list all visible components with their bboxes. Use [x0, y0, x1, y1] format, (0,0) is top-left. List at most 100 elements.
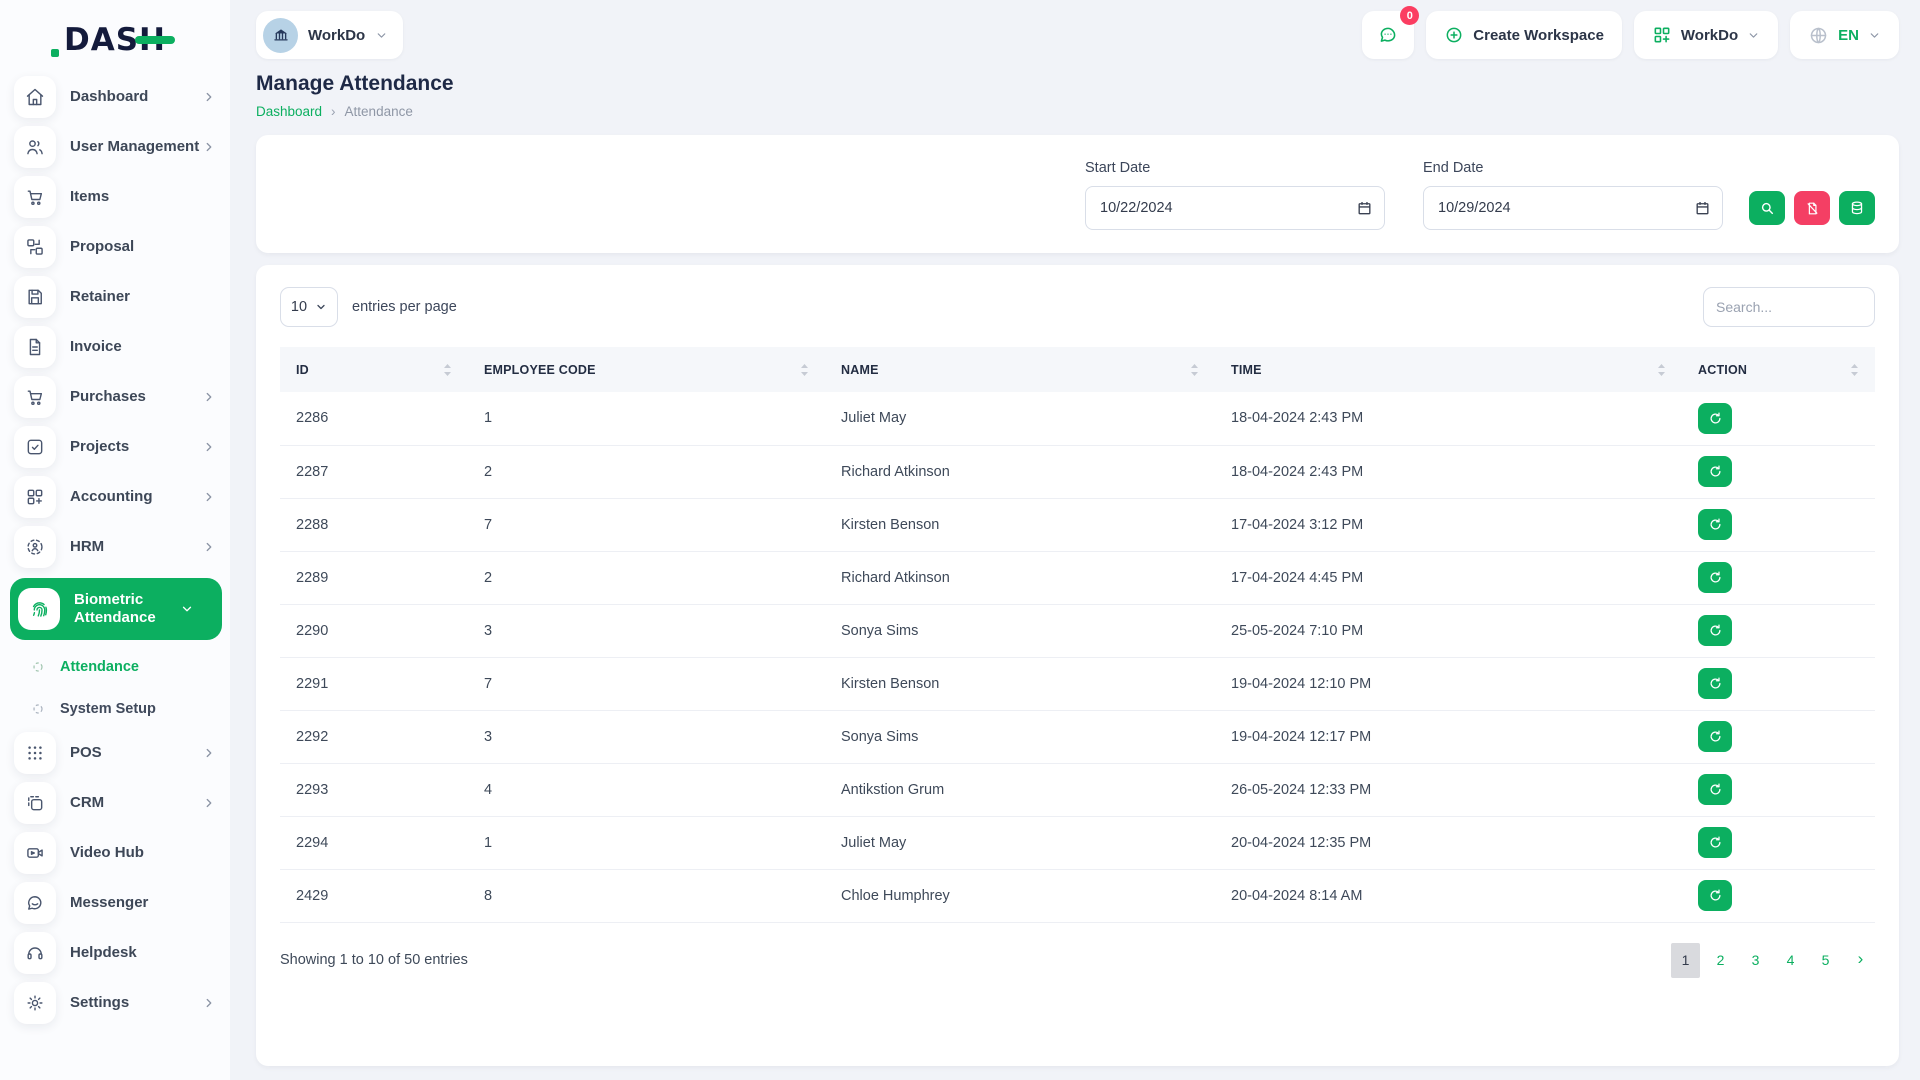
column-header-employee-code[interactable]: EMPLOYEE CODE — [468, 347, 825, 392]
table-row: 22903Sonya Sims25-05-2024 7:10 PM — [280, 604, 1875, 657]
fingerprint-icon — [18, 588, 60, 630]
globe-icon — [1808, 25, 1829, 46]
end-date-input[interactable] — [1423, 186, 1723, 230]
sidebar-item-proposal[interactable]: Proposal — [14, 224, 216, 270]
table-row: 22941Juliet May20-04-2024 12:35 PM — [280, 816, 1875, 869]
headphones-icon — [14, 932, 56, 974]
sidebar-item-crm[interactable]: CRM — [14, 780, 216, 826]
check-square-icon — [14, 426, 56, 468]
brand-logo[interactable]: DASH — [14, 12, 216, 68]
calendar-icon[interactable] — [1356, 200, 1373, 217]
clear-filter-button[interactable] — [1794, 191, 1830, 225]
workspace-switcher[interactable]: WorkDo — [256, 11, 403, 59]
chevron-right-icon — [202, 390, 216, 404]
messages-badge: 0 — [1400, 6, 1419, 25]
brand-logo-dot — [51, 49, 59, 57]
sidebar-item-projects[interactable]: Projects — [14, 424, 216, 470]
column-header-time[interactable]: TIME — [1215, 347, 1682, 392]
chevron-right-icon — [202, 490, 216, 504]
apply-filter-button[interactable] — [1749, 191, 1785, 225]
chevron-right-icon — [202, 440, 216, 454]
column-header-name[interactable]: NAME — [825, 347, 1215, 392]
sidebar-item-biometric-attendance[interactable]: Biometric Attendance — [10, 578, 222, 640]
table-row: 22861Juliet May18-04-2024 2:43 PM — [280, 392, 1875, 445]
refresh-attendance-button[interactable] — [1698, 403, 1732, 434]
refresh-attendance-button[interactable] — [1698, 880, 1732, 911]
refresh-attendance-button[interactable] — [1698, 509, 1732, 540]
sidebar-item-pos[interactable]: POS — [14, 730, 216, 776]
sidebar-item-messenger[interactable]: Messenger — [14, 880, 216, 926]
create-workspace-button[interactable]: Create Workspace — [1426, 11, 1622, 59]
sort-icon[interactable] — [800, 363, 809, 377]
sidebar-subitem-system-setup[interactable]: System Setup — [14, 688, 216, 730]
circle-icon — [32, 703, 44, 715]
sidebar-item-invoice[interactable]: Invoice — [14, 324, 216, 370]
search-input[interactable] — [1703, 287, 1875, 327]
pagination-next-button[interactable]: › — [1846, 943, 1875, 978]
sort-icon[interactable] — [1850, 363, 1859, 377]
refresh-attendance-button[interactable] — [1698, 456, 1732, 487]
filter-actions — [1749, 191, 1875, 225]
calendar-icon[interactable] — [1694, 200, 1711, 217]
sidebar-item-helpdesk[interactable]: Helpdesk — [14, 930, 216, 976]
language-menu-button[interactable]: EN — [1790, 11, 1899, 59]
table-row: 24298Chloe Humphrey20-04-2024 8:14 AM — [280, 869, 1875, 922]
sidebar-item-purchases[interactable]: Purchases — [14, 374, 216, 420]
sort-icon[interactable] — [443, 363, 452, 377]
table-row: 22892Richard Atkinson17-04-2024 4:45 PM — [280, 551, 1875, 604]
chevron-right-icon — [202, 90, 216, 104]
sidebar-item-settings[interactable]: Settings — [14, 980, 216, 1026]
chevron-right-icon — [202, 540, 216, 554]
refresh-attendance-button[interactable] — [1698, 721, 1732, 752]
sidebar-item-dashboard[interactable]: Dashboard — [14, 74, 216, 120]
pagination: 1 2 3 4 5 › — [1671, 943, 1875, 978]
refresh-icon — [1708, 464, 1723, 479]
sidebar-item-items[interactable]: Items — [14, 174, 216, 220]
column-header-action[interactable]: ACTION — [1682, 347, 1875, 392]
sidebar-item-video-hub[interactable]: Video Hub — [14, 830, 216, 876]
refresh-attendance-button[interactable] — [1698, 668, 1732, 699]
sidebar-item-retainer[interactable]: Retainer — [14, 274, 216, 320]
refresh-attendance-button[interactable] — [1698, 562, 1732, 593]
sidebar-item-accounting[interactable]: Accounting — [14, 474, 216, 520]
sidebar-subitem-label: Attendance — [60, 659, 139, 675]
refresh-attendance-button[interactable] — [1698, 615, 1732, 646]
app-menu-button[interactable]: WorkDo — [1634, 11, 1778, 59]
pagination-page-2[interactable]: 2 — [1706, 943, 1735, 978]
start-date-input[interactable] — [1085, 186, 1385, 230]
swap-boxes-icon — [14, 226, 56, 268]
start-date-label: Start Date — [1085, 160, 1385, 176]
language-code: EN — [1838, 27, 1859, 44]
chevron-right-icon — [202, 996, 216, 1010]
sidebar-subitem-attendance[interactable]: Attendance — [14, 646, 216, 688]
messages-button[interactable]: 0 — [1362, 11, 1414, 59]
file-slash-icon — [1805, 201, 1820, 216]
chevron-down-icon — [375, 29, 388, 42]
users-icon — [14, 126, 56, 168]
sync-attendance-button[interactable] — [1839, 191, 1875, 225]
entries-per-page-select[interactable]: 10 — [280, 287, 338, 327]
start-date-field: Start Date — [1085, 160, 1385, 230]
pagination-page-5[interactable]: 5 — [1811, 943, 1840, 978]
pagination-page-1[interactable]: 1 — [1671, 943, 1700, 978]
refresh-icon — [1708, 835, 1723, 850]
entries-per-page-value: 10 — [291, 299, 307, 315]
sort-icon[interactable] — [1657, 363, 1666, 377]
sidebar-item-user-management[interactable]: User Management — [14, 124, 216, 170]
apps-grid-icon — [1652, 25, 1672, 45]
column-header-id[interactable]: ID — [280, 347, 468, 392]
sidebar-item-label: Dashboard — [70, 88, 202, 106]
refresh-attendance-button[interactable] — [1698, 827, 1732, 858]
gear-icon — [14, 982, 56, 1024]
refresh-icon — [1708, 411, 1723, 426]
sidebar-item-label: Retainer — [70, 288, 216, 306]
sidebar-menu: Dashboard User Management Items — [14, 74, 216, 1030]
pagination-page-3[interactable]: 3 — [1741, 943, 1770, 978]
refresh-attendance-button[interactable] — [1698, 774, 1732, 805]
breadcrumb-dashboard-link[interactable]: Dashboard — [256, 104, 322, 119]
table-row: 22934Antikstion Grum26-05-2024 12:33 PM — [280, 763, 1875, 816]
sidebar-item-hrm[interactable]: HRM — [14, 524, 216, 570]
workspace-avatar — [263, 18, 298, 53]
sort-icon[interactable] — [1190, 363, 1199, 377]
pagination-page-4[interactable]: 4 — [1776, 943, 1805, 978]
